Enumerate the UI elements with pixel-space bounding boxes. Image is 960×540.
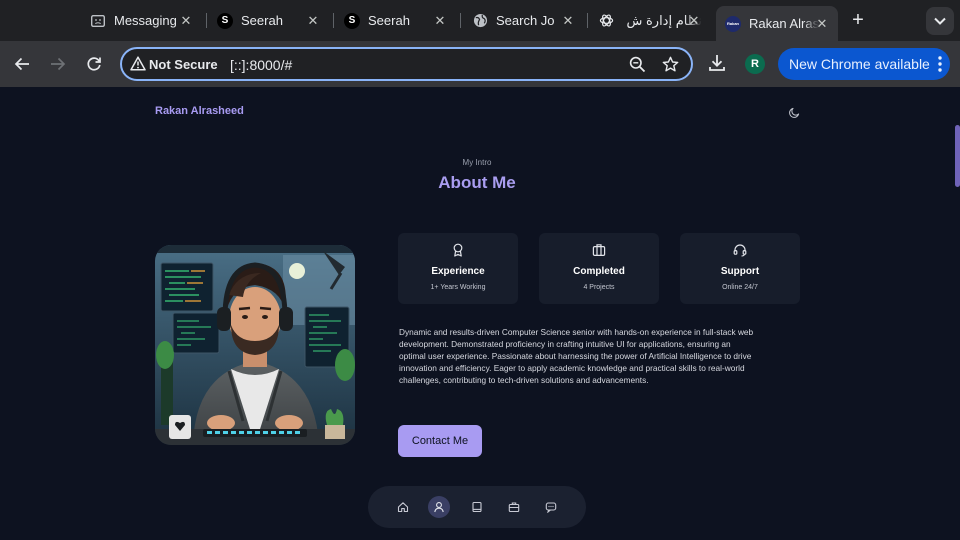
arrow-right-icon — [51, 57, 66, 71]
openai-icon — [598, 13, 614, 29]
more-vertical-icon[interactable] — [938, 56, 942, 75]
tab-messaging[interactable]: Messaging ✕ — [90, 6, 194, 35]
tab-seerah-1[interactable]: S Seerah ✕ — [217, 6, 321, 35]
close-icon[interactable]: ✕ — [178, 13, 194, 29]
moon-icon[interactable] — [789, 105, 800, 123]
chrome-update-button[interactable]: New Chrome available — [778, 48, 950, 80]
bottom-nav-dock — [368, 486, 586, 528]
profile-illustration — [155, 245, 355, 445]
tab-arabic-system[interactable]: نظام إدارة ش ✕ — [598, 6, 702, 35]
tab-separator — [333, 13, 334, 28]
stat-title: Experience — [431, 266, 485, 277]
stat-title: Support — [720, 266, 760, 277]
close-icon[interactable]: ✕ — [814, 16, 830, 32]
new-tab-button[interactable]: + — [848, 10, 868, 30]
section-title: About Me — [438, 173, 516, 192]
browser-toolbar: Not Secure [::]:8000/# R New Chrome avai… — [0, 41, 960, 87]
nav-contact[interactable] — [540, 496, 562, 518]
nav-portfolio[interactable] — [503, 496, 525, 518]
chevron-down-icon — [934, 17, 946, 25]
briefcase-icon — [592, 243, 606, 262]
site-brand[interactable]: Rakan Alrasheed — [155, 105, 244, 117]
close-icon[interactable]: ✕ — [686, 13, 702, 29]
stat-subtitle: 1+ Years Working — [430, 284, 486, 291]
back-button[interactable] — [11, 53, 33, 75]
url-text[interactable]: [::]:8000/# — [230, 57, 292, 73]
briefcase-icon — [508, 502, 520, 513]
profile-avatar[interactable]: R — [745, 54, 765, 74]
forward-button[interactable] — [47, 53, 69, 75]
tab-separator — [460, 13, 461, 28]
warning-icon[interactable] — [130, 56, 146, 76]
section-subtitle: My Intro — [462, 158, 492, 167]
tab-separator — [206, 13, 207, 28]
nav-home[interactable] — [392, 496, 414, 518]
close-icon[interactable]: ✕ — [560, 13, 576, 29]
rakan-favicon: Rakan — [725, 15, 741, 32]
reload-icon — [87, 57, 101, 71]
tab-title: Rakan Alrasheed — [749, 16, 819, 31]
arrow-left-icon — [14, 57, 29, 71]
scrollbar-thumb[interactable] — [955, 125, 960, 187]
tab-search-button[interactable] — [926, 7, 954, 35]
reload-button[interactable] — [83, 53, 105, 75]
download-icon[interactable] — [707, 53, 727, 78]
stat-subtitle: Online 24/7 — [722, 284, 758, 291]
about-description: Dynamic and results-driven Computer Scie… — [399, 327, 754, 386]
bookmark-star-icon[interactable] — [662, 56, 679, 78]
chat-icon — [545, 502, 557, 513]
seerah-favicon: S — [217, 12, 233, 29]
user-icon — [434, 502, 444, 513]
update-label: New Chrome available — [789, 56, 930, 72]
message-icon — [90, 13, 106, 29]
close-icon[interactable]: ✕ — [305, 13, 321, 29]
tab-strip: Messaging ✕ S Seerah ✕ S Seerah ✕ Search… — [0, 0, 960, 41]
stat-card-experience: Experience 1+ Years Working — [398, 233, 518, 304]
tab-separator — [587, 13, 588, 28]
stat-card-completed: Completed 4 Projects — [539, 233, 659, 304]
page-content: Rakan Alrasheed My Intro About Me Experi… — [0, 87, 960, 540]
close-icon[interactable]: ✕ — [432, 13, 448, 29]
book-icon — [472, 501, 482, 513]
tab-search-jobs[interactable]: Search Jo ✕ — [472, 6, 576, 35]
nav-about[interactable] — [428, 496, 450, 518]
nav-resume[interactable] — [466, 496, 488, 518]
tab-seerah-2[interactable]: S Seerah ✕ — [344, 6, 448, 35]
home-icon — [397, 502, 409, 513]
seerah-favicon: S — [344, 12, 360, 29]
security-status[interactable]: Not Secure — [149, 57, 218, 72]
stat-title: Completed — [573, 266, 625, 277]
globe-icon — [472, 13, 488, 29]
headset-icon — [733, 243, 747, 262]
stat-subtitle: 4 Projects — [583, 284, 615, 291]
zoom-icon[interactable] — [629, 56, 646, 78]
tab-rakan-active[interactable]: Rakan Rakan Alrasheed ✕ — [716, 6, 838, 41]
address-bar[interactable]: Not Secure [::]:8000/# — [120, 47, 693, 81]
award-icon — [451, 243, 465, 262]
contact-me-button[interactable]: Contact Me — [398, 425, 482, 457]
stat-card-support: Support Online 24/7 — [680, 233, 800, 304]
